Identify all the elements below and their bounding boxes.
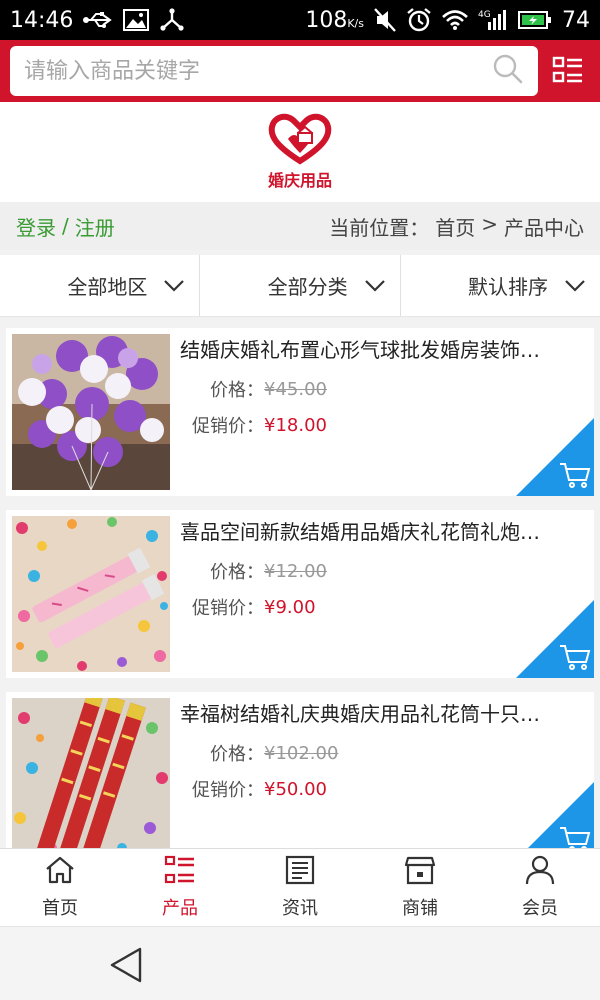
- add-to-cart-button[interactable]: [516, 782, 594, 848]
- product-title[interactable]: 幸福树结婚礼庆典婚庆用品礼花筒十只…: [180, 700, 584, 728]
- battery-icon: [518, 10, 552, 30]
- system-nav-bar: [0, 926, 600, 1000]
- list-icon: [164, 855, 196, 890]
- filter-label: 全部地区: [67, 275, 148, 299]
- logo-text: 婚庆用品: [267, 171, 332, 190]
- product-card[interactable]: 幸福树结婚礼庆典婚庆用品礼花筒十只… 价格： ¥102.00 促销价： ¥50.…: [6, 692, 594, 848]
- search-box[interactable]: [10, 46, 538, 96]
- breadcrumb-label: 当前位置：: [329, 215, 430, 240]
- add-to-cart-button[interactable]: [516, 600, 594, 678]
- logo-banner: 婚庆用品: [0, 102, 600, 202]
- status-bar: 14:46 108K/s 4G 74: [0, 0, 600, 40]
- filter-bar: 全部地区 全部分类 默认排序: [0, 255, 600, 317]
- back-icon[interactable]: [108, 945, 144, 985]
- register-link[interactable]: 注册: [75, 212, 115, 241]
- product-card[interactable]: 喜品空间新款结婚用品婚庆礼花筒礼炮… 价格： ¥12.00 促销价： ¥9.00: [6, 510, 594, 678]
- breadcrumb-current: 产品中心: [504, 215, 584, 240]
- chevron-down-icon: [163, 274, 185, 298]
- nav-member[interactable]: 会员: [480, 849, 600, 926]
- filter-label: 默认排序: [467, 275, 548, 299]
- nav-news[interactable]: 资讯: [240, 849, 360, 926]
- promo-price: ¥9.00: [264, 596, 316, 618]
- nav-shop[interactable]: 商铺: [360, 849, 480, 926]
- original-price: ¥102.00: [264, 742, 339, 764]
- nav-products[interactable]: 产品: [120, 849, 240, 926]
- usb-icon: [83, 10, 113, 30]
- info-row: 登录 / 注册 当前位置： 首页 > 产品中心: [0, 202, 600, 250]
- share-icon: [159, 8, 185, 32]
- promo-price-label: 促销价：: [192, 780, 264, 801]
- nav-label: 产品: [162, 898, 198, 919]
- product-card[interactable]: 结婚庆婚礼布置心形气球批发婚房装饰… 价格： ¥45.00 促销价： ¥18.0…: [6, 328, 594, 496]
- nav-label: 资讯: [282, 898, 318, 919]
- status-time: 14:46: [10, 7, 74, 33]
- promo-price-label: 促销价：: [192, 416, 264, 437]
- login-separator: /: [62, 214, 69, 238]
- product-image-confetti-tubes[interactable]: [12, 698, 170, 848]
- network-speed: 108K/s: [305, 7, 364, 33]
- mute-icon: [374, 8, 396, 32]
- product-image-confetti-cannon[interactable]: [12, 516, 170, 672]
- shop-icon: [404, 855, 436, 890]
- nav-label: 会员: [522, 898, 558, 919]
- image-icon: [123, 9, 150, 31]
- original-price: ¥12.00: [264, 560, 327, 582]
- nav-home[interactable]: 首页: [0, 849, 120, 926]
- product-image-balloons[interactable]: [12, 334, 170, 490]
- promo-price-label: 促销价：: [192, 598, 264, 619]
- product-title[interactable]: 喜品空间新款结婚用品婚庆礼花筒礼炮…: [180, 518, 584, 546]
- user-icon: [524, 855, 556, 890]
- bottom-nav: 首页 产品 资讯 商铺 会员: [0, 848, 600, 926]
- filter-sort[interactable]: 默认排序: [401, 255, 600, 316]
- alarm-icon: [406, 7, 432, 33]
- filter-label: 全部分类: [267, 275, 348, 299]
- breadcrumb-arrow: >: [481, 211, 498, 236]
- filter-region[interactable]: 全部地区: [0, 255, 201, 316]
- original-price: ¥45.00: [264, 378, 327, 400]
- product-list: 结婚庆婚礼布置心形气球批发婚房装饰… 价格： ¥45.00 促销价： ¥18.0…: [0, 322, 600, 848]
- product-title[interactable]: 结婚庆婚礼布置心形气球批发婚房装饰…: [180, 336, 584, 364]
- login-link[interactable]: 登录: [16, 212, 56, 241]
- logo-heart-icon: [268, 113, 332, 169]
- signal-icon: 4G: [478, 8, 508, 32]
- promo-price: ¥18.00: [264, 414, 327, 436]
- news-icon: [284, 855, 316, 890]
- header: [0, 40, 600, 102]
- breadcrumb: 当前位置： 首页 > 产品中心: [329, 212, 584, 241]
- chevron-down-icon: [364, 274, 386, 298]
- add-to-cart-button[interactable]: [516, 418, 594, 496]
- nav-label: 商铺: [402, 898, 438, 919]
- filter-category[interactable]: 全部分类: [200, 255, 401, 316]
- search-icon[interactable]: [492, 53, 524, 89]
- battery-level: 74: [562, 7, 590, 33]
- menu-icon[interactable]: [546, 49, 590, 93]
- price-label: 价格：: [210, 744, 264, 765]
- promo-price: ¥50.00: [264, 778, 327, 800]
- wifi-icon: [442, 9, 468, 31]
- price-label: 价格：: [210, 562, 264, 583]
- breadcrumb-home[interactable]: 首页: [435, 212, 475, 241]
- price-label: 价格：: [210, 380, 264, 401]
- nav-label: 首页: [42, 898, 78, 919]
- chevron-down-icon: [564, 274, 586, 298]
- svg-text:4G: 4G: [478, 10, 491, 20]
- home-icon: [44, 855, 76, 890]
- search-input[interactable]: [24, 58, 492, 84]
